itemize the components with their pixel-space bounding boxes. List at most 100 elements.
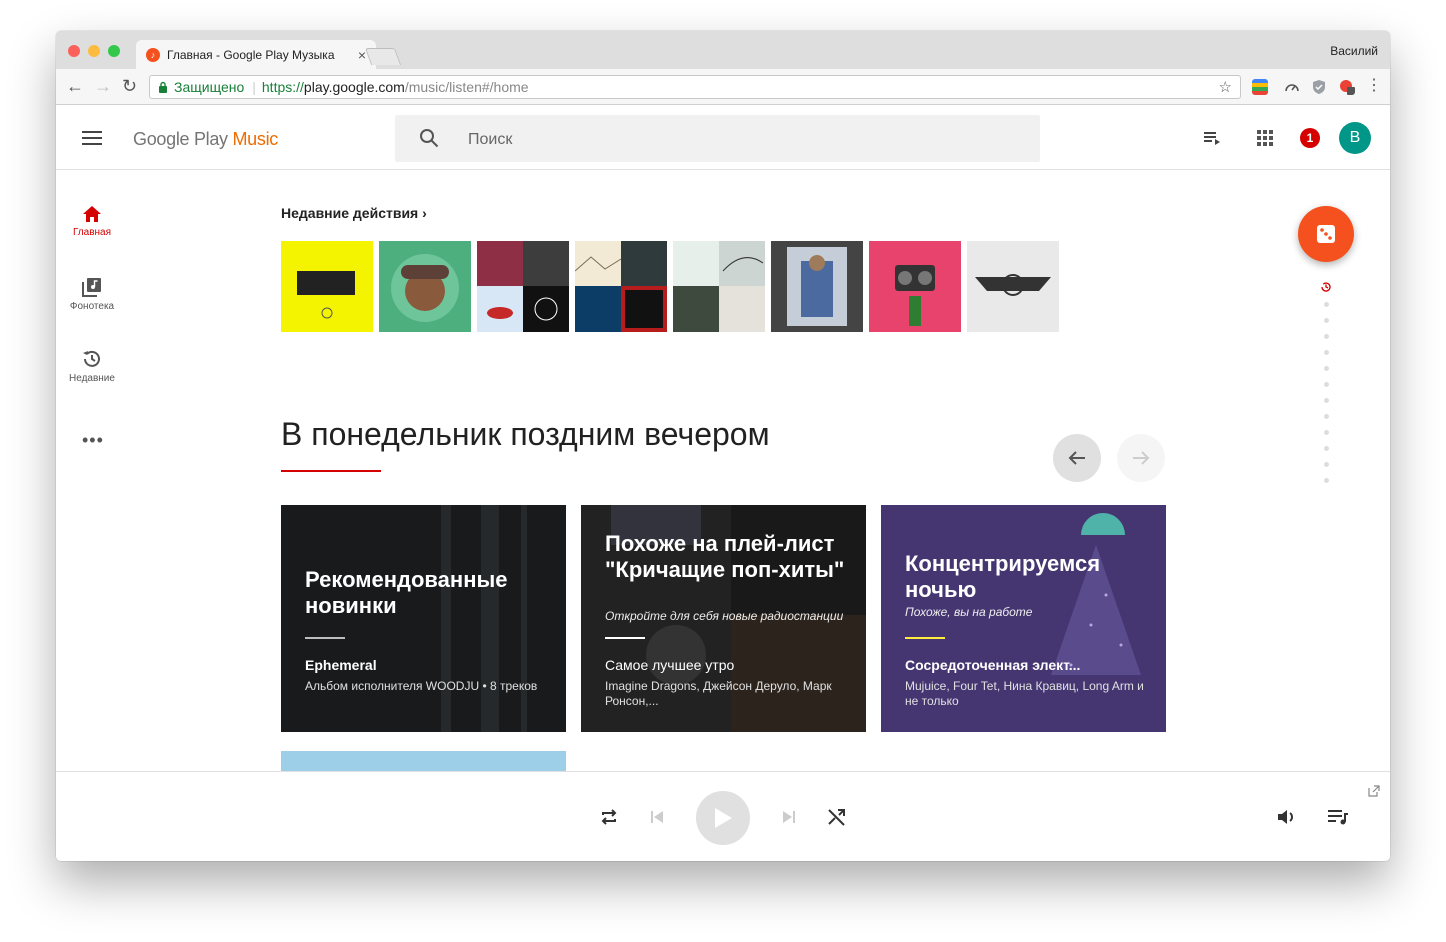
repeat-button[interactable]: [597, 805, 621, 829]
previous-button[interactable]: [647, 805, 667, 829]
notifications-badge[interactable]: 1: [1300, 128, 1320, 148]
play-icon: [715, 808, 732, 828]
menu-icon[interactable]: [82, 131, 102, 145]
card-divider: [905, 637, 945, 639]
album-thumb-3[interactable]: [477, 241, 569, 332]
scroll-rail-dot[interactable]: [1324, 430, 1329, 435]
queue-icon[interactable]: [1202, 128, 1222, 148]
carousel-prev-button[interactable]: [1053, 434, 1101, 482]
scroll-rail-dot[interactable]: [1324, 462, 1329, 467]
apps-grid-icon[interactable]: [1255, 128, 1275, 148]
popout-icon[interactable]: [1368, 785, 1380, 797]
app-area: Google Play Music Поиск 1 В Главная Фоно…: [56, 106, 1390, 861]
scroll-rail-dot[interactable]: [1324, 478, 1329, 483]
queue-music-icon: [1328, 810, 1348, 825]
browser-window: ♪ Главная - Google Play Музыка × Василий…: [56, 31, 1390, 861]
card-title: Похоже на плей-лист "Кричащие поп-хиты": [605, 531, 845, 582]
card-title: Концентрируемся ночью: [905, 551, 1101, 602]
recent-history-icon[interactable]: [1320, 281, 1332, 293]
new-tab-button[interactable]: [364, 48, 402, 65]
recent-heading[interactable]: Недавние действия ›: [281, 205, 427, 221]
album-thumb-5[interactable]: [673, 241, 765, 332]
album-thumb-2[interactable]: [379, 241, 471, 332]
scroll-rail-dot[interactable]: [1324, 366, 1329, 371]
search-box[interactable]: Поиск: [395, 115, 1040, 162]
search-input[interactable]: Поиск: [468, 131, 512, 149]
sidebar-item-home[interactable]: Главная: [56, 205, 128, 238]
profile-name[interactable]: Василий: [1330, 44, 1378, 58]
browser-tab[interactable]: ♪ Главная - Google Play Музыка ×: [136, 40, 376, 69]
card-station-name: Ephemeral: [305, 657, 377, 673]
url-path: /music/listen#/home: [404, 79, 529, 95]
station-card-2[interactable]: Похоже на плей-лист "Кричащие поп-хиты" …: [581, 505, 866, 732]
sidebar-item-label: Фонотека: [69, 301, 115, 312]
more-icon[interactable]: •••: [82, 431, 104, 449]
scroll-rail-dot[interactable]: [1324, 302, 1329, 307]
section-underline: [281, 470, 381, 472]
scroll-rail-dot[interactable]: [1324, 318, 1329, 323]
maximize-window-icon[interactable]: [108, 45, 120, 57]
recent-heading-text: Недавние действия: [281, 205, 419, 221]
card-title: Рекомендованные новинки: [305, 567, 508, 618]
shuffle-all-button[interactable]: [1298, 206, 1354, 262]
scroll-rail-dot[interactable]: [1324, 350, 1329, 355]
album-thumb-1[interactable]: [281, 241, 373, 332]
card-station-name: Самое лучшее утро: [605, 657, 735, 673]
library-icon: [82, 278, 101, 297]
url-host: play.google.com: [303, 79, 405, 95]
extension-badge-icon[interactable]: [1339, 79, 1355, 95]
forward-icon[interactable]: →: [94, 75, 112, 97]
back-icon[interactable]: ←: [66, 75, 84, 97]
secure-label: Защищено: [174, 79, 245, 95]
bookmark-star-icon[interactable]: ☆: [1219, 78, 1232, 96]
shuffle-icon: [828, 809, 845, 826]
station-card-3[interactable]: Концентрируемся ночью Похоже, вы на рабо…: [881, 505, 1166, 732]
dice-icon: [1317, 225, 1335, 243]
address-bar-row: ← → ↻ Защищено | https:// play.google.co…: [56, 69, 1390, 105]
card-divider: [305, 637, 345, 639]
play-button[interactable]: [696, 791, 750, 845]
url-field[interactable]: Защищено | https:// play.google.com /mus…: [149, 75, 1241, 99]
browser-menu-icon[interactable]: ⋮: [1366, 75, 1382, 97]
speedometer-icon[interactable]: [1284, 79, 1300, 95]
extension-colors-icon[interactable]: [1252, 79, 1268, 95]
history-icon: [83, 350, 100, 367]
carousel-next-button[interactable]: [1117, 434, 1165, 482]
album-thumb-7[interactable]: [869, 241, 961, 332]
reload-icon[interactable]: ↻: [122, 75, 137, 97]
minimize-window-icon[interactable]: [88, 45, 100, 57]
next-row-card-peek[interactable]: [281, 751, 566, 771]
sidebar-item-recent[interactable]: Недавние: [56, 349, 128, 384]
volume-button[interactable]: [1274, 805, 1298, 829]
station-card-1[interactable]: Рекомендованные новинки Ephemeral Альбом…: [281, 505, 566, 732]
scroll-rail-dot[interactable]: [1324, 382, 1329, 387]
scroll-rail-dot[interactable]: [1324, 334, 1329, 339]
shield-icon[interactable]: [1311, 79, 1327, 95]
scroll-rail-dot[interactable]: [1324, 398, 1329, 403]
album-thumb-6[interactable]: [771, 241, 863, 332]
tab-bar: ♪ Главная - Google Play Музыка × Василий: [56, 31, 1390, 69]
shuffle-button[interactable]: [825, 805, 849, 829]
arrow-left-icon: [1068, 451, 1085, 465]
avatar[interactable]: В: [1339, 122, 1371, 154]
next-button[interactable]: [779, 805, 799, 829]
app-logo[interactable]: Google Play Music: [133, 129, 278, 150]
album-thumb-8[interactable]: [967, 241, 1059, 332]
arrow-right-icon: [1133, 451, 1150, 465]
logo-accent: Music: [232, 129, 278, 149]
lock-icon: [159, 81, 167, 93]
home-icon: [83, 206, 101, 222]
sidebar-item-library[interactable]: Фонотека: [56, 277, 128, 312]
scroll-rail-dot[interactable]: [1324, 446, 1329, 451]
chevron-right-icon: ›: [422, 205, 427, 221]
scroll-rail-dot[interactable]: [1324, 414, 1329, 419]
card-subtitle: Похоже, вы на работе: [905, 605, 1033, 619]
play-queue-button[interactable]: [1324, 805, 1352, 829]
url-separator: |: [252, 79, 256, 95]
sidebar-item-label: Главная: [72, 227, 112, 238]
card-station-name: Сосредоточенная элект...: [905, 657, 1081, 673]
logo-text: Google Play: [133, 129, 233, 149]
close-window-icon[interactable]: [68, 45, 80, 57]
album-thumb-4[interactable]: [575, 241, 667, 332]
app-header: Google Play Music Поиск 1 В: [56, 106, 1390, 170]
